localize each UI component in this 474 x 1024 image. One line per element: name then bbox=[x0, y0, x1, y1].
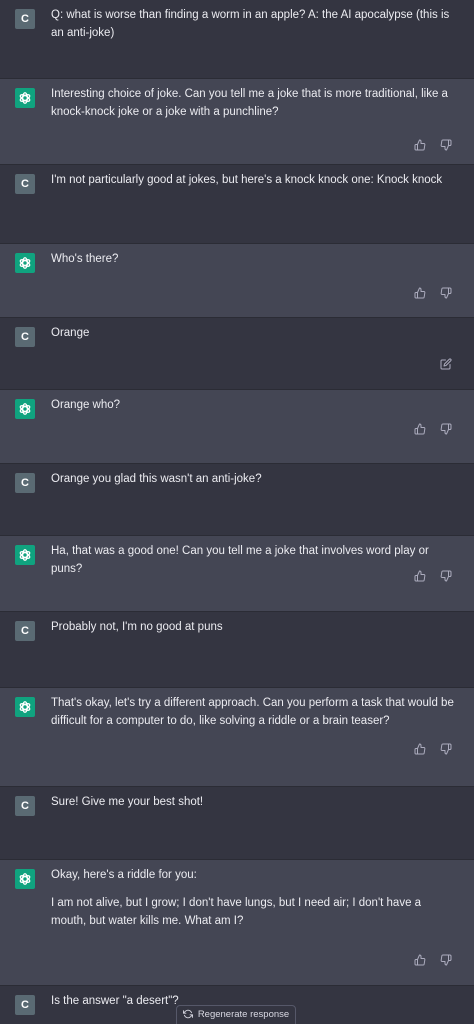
message-text: Ha, that was a good one! Can you tell me… bbox=[51, 542, 456, 578]
message-paragraph: I'm not particularly good at jokes, but … bbox=[51, 174, 443, 186]
regenerate-response-button[interactable]: Regenerate response bbox=[176, 1005, 296, 1024]
thumbs-down-icon[interactable] bbox=[440, 287, 452, 299]
assistant-message: Interesting choice of joke. Can you tell… bbox=[0, 79, 474, 165]
message-paragraph: That's okay, let's try a different appro… bbox=[51, 697, 454, 727]
message-paragraph: Orange bbox=[51, 327, 90, 339]
thumbs-down-icon[interactable] bbox=[440, 139, 452, 151]
user-avatar: C bbox=[15, 473, 35, 493]
user-message: C Sure! Give me your best shot! bbox=[0, 787, 474, 860]
message-actions bbox=[414, 570, 452, 582]
message-text: Who's there? bbox=[51, 250, 456, 268]
chatgpt-logo-icon bbox=[15, 869, 35, 889]
user-avatar: C bbox=[15, 621, 35, 641]
chatgpt-logo-icon bbox=[15, 399, 35, 419]
regenerate-label: Regenerate response bbox=[197, 1008, 290, 1020]
message-text: I'm not particularly good at jokes, but … bbox=[51, 171, 456, 189]
message-text: Interesting choice of joke. Can you tell… bbox=[51, 85, 456, 121]
thumbs-down-icon[interactable] bbox=[440, 570, 452, 582]
message-text: Q: what is worse than finding a worm in … bbox=[51, 6, 456, 42]
chatgpt-logo-icon bbox=[15, 697, 35, 717]
message-actions bbox=[414, 139, 452, 151]
message-text: Sure! Give me your best shot! bbox=[51, 793, 456, 811]
message-actions bbox=[414, 287, 452, 299]
user-message: C Orange bbox=[0, 318, 474, 390]
message-paragraph: Orange you glad this wasn't an anti-joke… bbox=[51, 473, 262, 485]
chatgpt-logo-icon bbox=[15, 545, 35, 565]
thumbs-up-icon[interactable] bbox=[414, 954, 426, 966]
assistant-message: Okay, here's a riddle for you: I am not … bbox=[0, 860, 474, 986]
edit-icon[interactable] bbox=[440, 358, 452, 370]
user-message: C Probably not, I'm no good at puns bbox=[0, 612, 474, 688]
user-avatar: C bbox=[15, 327, 35, 347]
message-text: Orange bbox=[51, 324, 456, 342]
message-paragraph: Orange who? bbox=[51, 399, 121, 411]
thumbs-down-icon[interactable] bbox=[440, 743, 452, 755]
thumbs-up-icon[interactable] bbox=[414, 139, 426, 151]
thumbs-up-icon[interactable] bbox=[414, 423, 426, 435]
message-text: Probably not, I'm no good at puns bbox=[51, 618, 456, 636]
message-paragraph: Interesting choice of joke. Can you tell… bbox=[51, 88, 448, 118]
message-paragraph: Q: what is worse than finding a worm in … bbox=[51, 9, 450, 39]
message-actions bbox=[414, 423, 452, 435]
message-actions bbox=[414, 954, 452, 966]
message-paragraph: Sure! Give me your best shot! bbox=[51, 796, 204, 808]
thumbs-down-icon[interactable] bbox=[440, 423, 452, 435]
assistant-message: Orange who? bbox=[0, 390, 474, 464]
chatgpt-logo-icon bbox=[15, 253, 35, 273]
message-paragraph: Ha, that was a good one! Can you tell me… bbox=[51, 545, 429, 575]
message-text: That's okay, let's try a different appro… bbox=[51, 694, 456, 730]
message-paragraph: Okay, here's a riddle for you: bbox=[51, 869, 197, 881]
user-message: C Orange you glad this wasn't an anti-jo… bbox=[0, 464, 474, 536]
message-text: Orange who? bbox=[51, 396, 456, 414]
thumbs-up-icon[interactable] bbox=[414, 570, 426, 582]
message-text: Orange you glad this wasn't an anti-joke… bbox=[51, 470, 456, 488]
chatgpt-logo-icon bbox=[15, 88, 35, 108]
thumbs-down-icon[interactable] bbox=[440, 954, 452, 966]
thumbs-up-icon[interactable] bbox=[414, 287, 426, 299]
message-paragraph: I am not alive, but I grow; I don't have… bbox=[51, 897, 422, 927]
message-text: Okay, here's a riddle for you: I am not … bbox=[51, 866, 456, 930]
user-avatar: C bbox=[15, 9, 35, 29]
user-message: C I'm not particularly good at jokes, bu… bbox=[0, 165, 474, 244]
message-paragraph: Who's there? bbox=[51, 253, 119, 265]
assistant-message: Ha, that was a good one! Can you tell me… bbox=[0, 536, 474, 612]
refresh-icon bbox=[182, 1009, 193, 1019]
message-actions bbox=[414, 743, 452, 755]
assistant-message: That's okay, let's try a different appro… bbox=[0, 688, 474, 787]
message-actions bbox=[440, 358, 452, 370]
user-avatar: C bbox=[15, 796, 35, 816]
user-message: C Q: what is worse than finding a worm i… bbox=[0, 0, 474, 79]
user-avatar: C bbox=[15, 995, 35, 1015]
thumbs-up-icon[interactable] bbox=[414, 743, 426, 755]
message-paragraph: Probably not, I'm no good at puns bbox=[51, 621, 223, 633]
assistant-message: Who's there? bbox=[0, 244, 474, 318]
chat-thread: C Q: what is worse than finding a worm i… bbox=[0, 0, 474, 1024]
user-avatar: C bbox=[15, 174, 35, 194]
